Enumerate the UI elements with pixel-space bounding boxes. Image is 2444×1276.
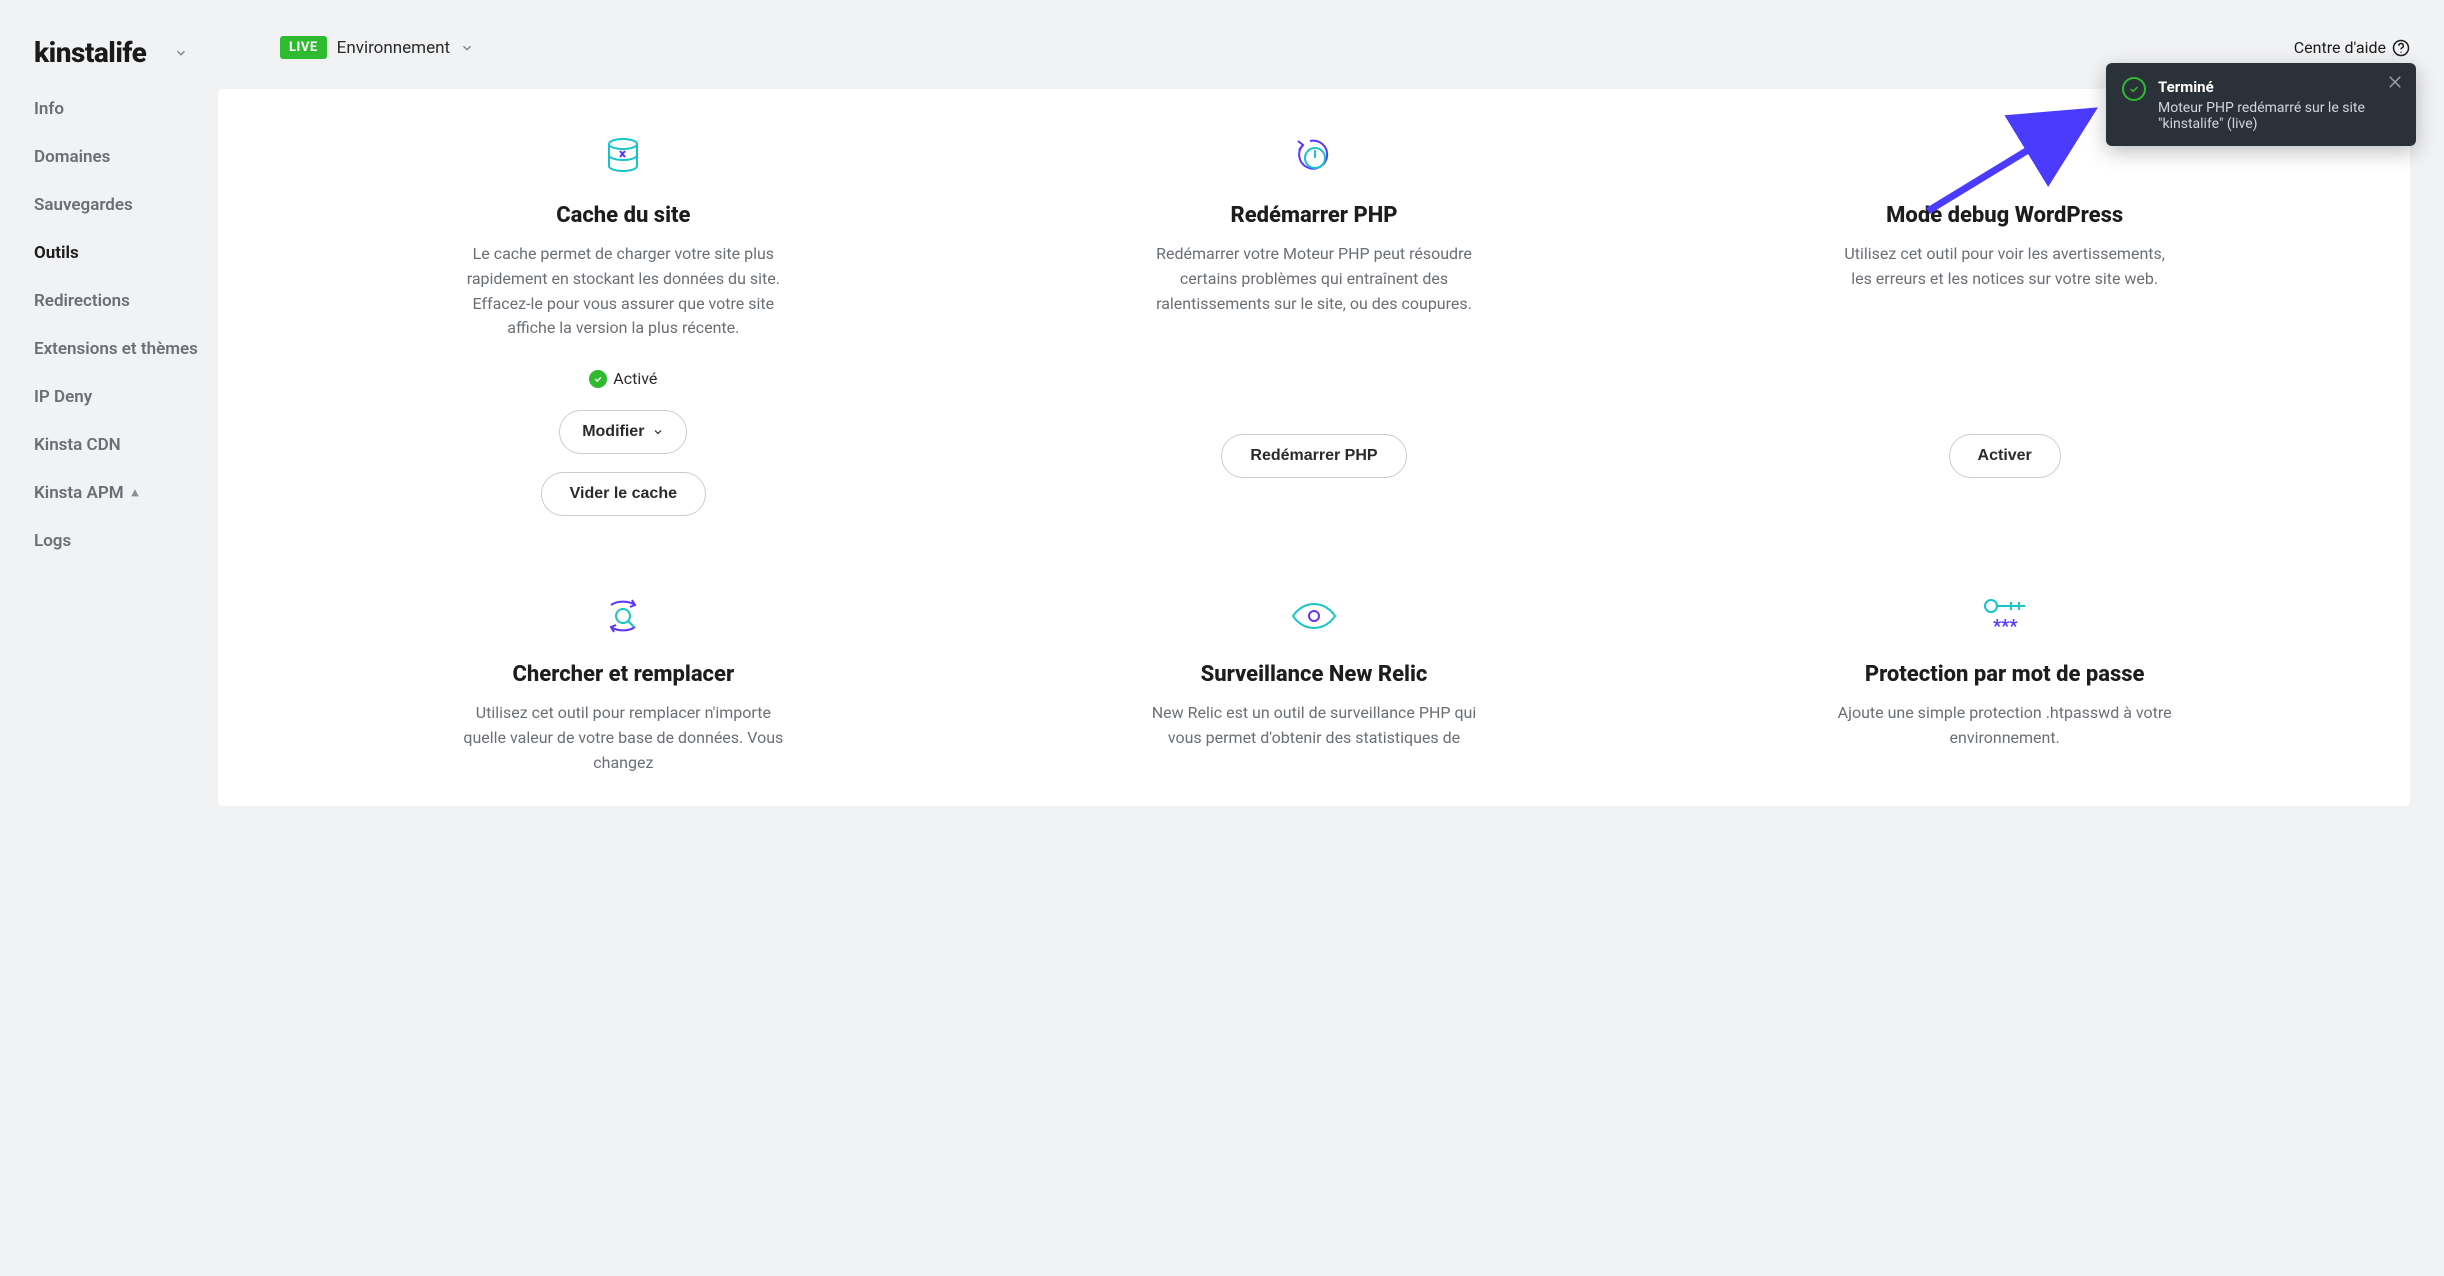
sidebar-item-label: IP Deny [34, 387, 92, 407]
sidebar-item-domaines[interactable]: Domaines [34, 147, 218, 167]
annotation-arrow-icon [1910, 99, 2110, 219]
chevron-down-icon [174, 46, 188, 60]
live-badge: LIVE [280, 36, 327, 59]
restart-php-button[interactable]: Redémarrer PHP [1221, 434, 1406, 478]
chevron-down-icon [652, 426, 664, 438]
card-desc: Utilisez cet outil pour voir les avertis… [1835, 242, 2175, 292]
check-icon [589, 370, 607, 388]
card-title: Surveillance New Relic [1201, 662, 1428, 687]
sidebar-item-kinsta-cdn[interactable]: Kinsta CDN [34, 435, 218, 455]
sidebar-item-info[interactable]: Info [34, 99, 218, 119]
environment-label: Environnement [337, 38, 450, 58]
toast-close-button[interactable] [2386, 73, 2404, 91]
card-desc: Utilisez cet outil pour remplacer n'impo… [453, 701, 793, 775]
sidebar-item-label: Logs [34, 531, 71, 551]
check-circle-icon [2122, 77, 2146, 101]
search-replace-icon [601, 596, 645, 636]
card-cache: Cache du site Le cache permet de charger… [298, 137, 949, 516]
card-desc: Redémarrer votre Moteur PHP peut résoudr… [1144, 242, 1484, 316]
help-icon [2392, 39, 2410, 57]
card-desc: Ajoute une simple protection .htpasswd à… [1835, 701, 2175, 751]
activate-button[interactable]: Activer [1949, 434, 2061, 478]
cache-status: Activé [589, 369, 657, 388]
sidebar-item-logs[interactable]: Logs [34, 531, 218, 551]
sidebar-nav: Info Domaines Sauvegardes Outils Redirec… [34, 99, 218, 551]
card-search-replace: Chercher et remplacer Utilisez cet outil… [298, 596, 949, 775]
key-password-icon: *** [1979, 596, 2031, 636]
sidebar-item-label: Sauvegardes [34, 195, 133, 215]
sidebar-item-outils[interactable]: Outils [34, 243, 218, 263]
button-label: Redémarrer PHP [1250, 447, 1377, 465]
environment-switcher[interactable]: LIVE Environnement [280, 36, 474, 59]
button-label: Modifier [582, 423, 644, 441]
site-switcher[interactable]: kinstalife [34, 36, 218, 69]
sidebar-item-sauvegardes[interactable]: Sauvegardes [34, 195, 218, 215]
svg-text:***: *** [1993, 616, 2018, 636]
sidebar-item-label: Kinsta CDN [34, 435, 121, 455]
sidebar-item-label: Domaines [34, 147, 110, 167]
card-title: Redémarrer PHP [1230, 203, 1397, 228]
restart-icon [1294, 137, 1334, 177]
status-label: Activé [613, 369, 657, 388]
sidebar-item-label: Info [34, 99, 64, 119]
close-icon [2386, 73, 2404, 91]
card-desc: Le cache permet de charger votre site pl… [453, 242, 793, 341]
tools-panel: Terminé Moteur PHP redémarré sur le site… [218, 89, 2410, 806]
modify-button[interactable]: Modifier [559, 410, 687, 454]
card-new-relic: Surveillance New Relic New Relic est un … [989, 596, 1640, 775]
sidebar-item-label: Extensions et thèmes [34, 339, 198, 359]
clear-cache-button[interactable]: Vider le cache [541, 472, 706, 516]
help-link[interactable]: Centre d'aide [2294, 38, 2410, 57]
card-title: Cache du site [556, 203, 690, 228]
card-title: Protection par mot de passe [1865, 662, 2145, 687]
card-restart-php: Redémarrer PHP Redémarrer votre Moteur P… [989, 137, 1640, 516]
sidebar-item-redirections[interactable]: Redirections [34, 291, 218, 311]
database-icon [606, 137, 640, 177]
button-label: Vider le cache [570, 485, 677, 503]
sidebar-item-label: Redirections [34, 291, 130, 311]
brand-name: kinstalife [34, 36, 146, 69]
toast-body: Moteur PHP redémarré sur le site "kinsta… [2158, 100, 2400, 132]
card-password: *** Protection par mot de passe Ajoute u… [1679, 596, 2330, 775]
toast-title: Terminé [2158, 78, 2214, 96]
sidebar-item-label: Outils [34, 243, 79, 263]
sidebar-item-kinsta-apm[interactable]: Kinsta APM [34, 483, 218, 503]
card-title: Chercher et remplacer [513, 662, 735, 687]
eye-icon [1291, 596, 1337, 636]
help-label: Centre d'aide [2294, 38, 2386, 57]
sidebar-item-ip-deny[interactable]: IP Deny [34, 387, 218, 407]
card-desc: New Relic est un outil de surveillance P… [1144, 701, 1484, 751]
sidebar-item-label: Kinsta APM [34, 483, 124, 503]
triangle-icon [130, 488, 140, 498]
toast-success: Terminé Moteur PHP redémarré sur le site… [2106, 63, 2416, 146]
chevron-down-icon [460, 41, 474, 55]
button-label: Activer [1978, 447, 2032, 465]
sidebar-item-extensions[interactable]: Extensions et thèmes [34, 339, 218, 359]
